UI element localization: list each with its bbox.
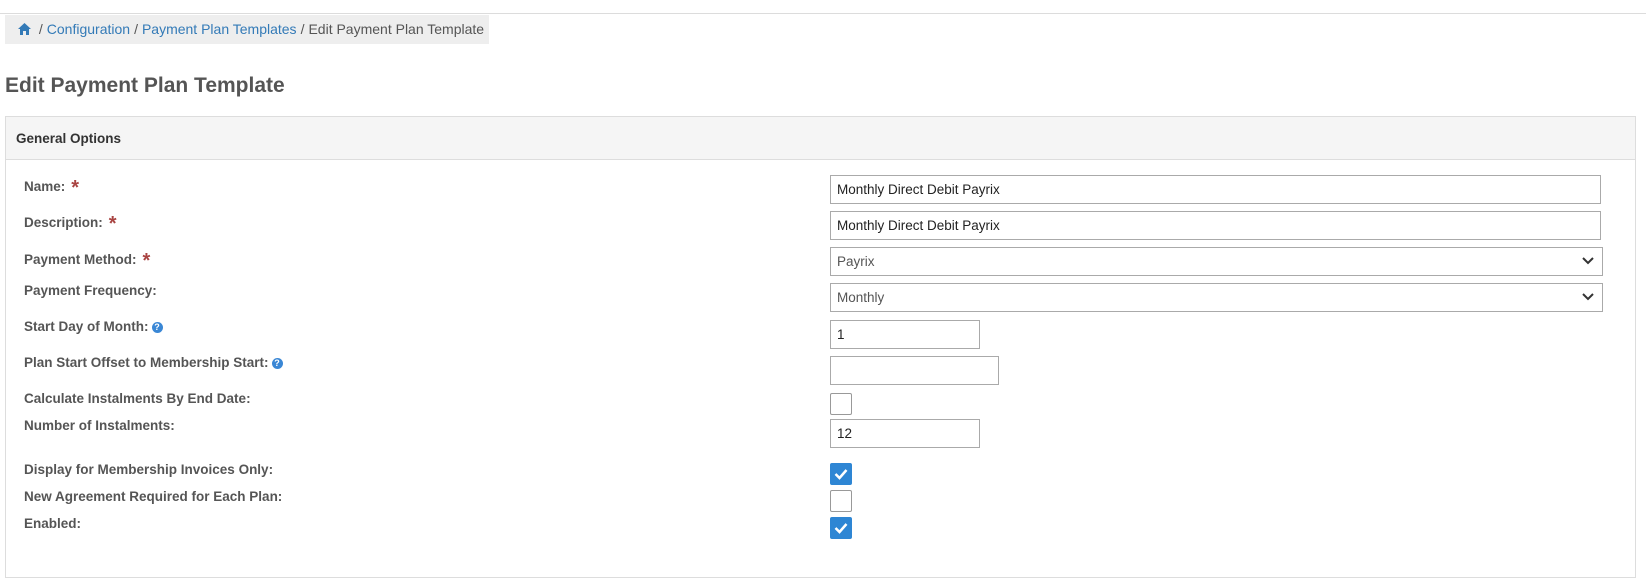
enabled-checkbox[interactable] [830, 517, 852, 539]
payment-method-value: Payrix [837, 254, 875, 269]
number-of-instalments-input[interactable] [830, 419, 980, 448]
plan-start-offset-input[interactable] [830, 356, 999, 385]
required-marker: * [142, 250, 151, 272]
payment-method-select[interactable]: Payrix [830, 247, 1603, 276]
plan-start-offset-label: Plan Start Offset to Membership Start:? [24, 355, 283, 370]
help-icon[interactable]: ? [271, 358, 283, 369]
breadcrumb-payment-plan-templates-link[interactable]: Payment Plan Templates [142, 21, 297, 37]
payment-frequency-label: Payment Frequency: [24, 283, 157, 298]
calc-by-end-date-checkbox[interactable] [830, 393, 852, 415]
page-title: Edit Payment Plan Template [5, 74, 285, 97]
payment-method-label: Payment Method: * [24, 250, 151, 272]
start-day-label: Start Day of Month:? [24, 319, 163, 334]
start-day-input[interactable] [830, 320, 980, 349]
calc-by-end-date-label: Calculate Instalments By End Date: [24, 391, 251, 406]
required-marker: * [108, 213, 117, 235]
breadcrumb: / Configuration / Payment Plan Templates / Ed… [5, 15, 489, 44]
general-options-panel: General Options Name:* Description:* Pay… [5, 116, 1636, 578]
panel-heading: General Options [6, 117, 1635, 160]
membership-invoices-only-checkbox[interactable] [830, 463, 852, 485]
breadcrumb-configuration-link[interactable]: Configuration [47, 21, 130, 37]
payment-frequency-value: Monthly [837, 290, 885, 305]
breadcrumb-current: Edit Payment Plan Template [308, 21, 485, 37]
checkmark-icon [834, 523, 848, 534]
breadcrumb-separator: / [300, 21, 305, 37]
name-label: Name: * [24, 177, 80, 199]
new-agreement-checkbox[interactable] [830, 490, 852, 512]
membership-invoices-only-label: Display for Membership Invoices Only: [24, 462, 274, 477]
breadcrumb-separator: / [134, 21, 138, 37]
help-icon[interactable]: ? [151, 322, 163, 333]
description-label: Description: * [24, 213, 117, 235]
breadcrumb-separator: / [38, 21, 43, 37]
description-input[interactable] [830, 211, 1601, 240]
number-of-instalments-label: Number of Instalments: [24, 418, 175, 433]
enabled-label: Enabled: [24, 516, 82, 531]
payment-frequency-select[interactable]: Monthly [830, 283, 1603, 312]
name-input[interactable] [830, 175, 1601, 204]
chevron-down-icon [1582, 293, 1594, 301]
checkmark-icon [834, 469, 848, 480]
required-marker: * [71, 177, 80, 199]
new-agreement-label: New Agreement Required for Each Plan: [24, 489, 283, 504]
chevron-down-icon [1582, 257, 1594, 265]
home-icon[interactable] [18, 16, 31, 45]
top-divider [0, 13, 1646, 14]
